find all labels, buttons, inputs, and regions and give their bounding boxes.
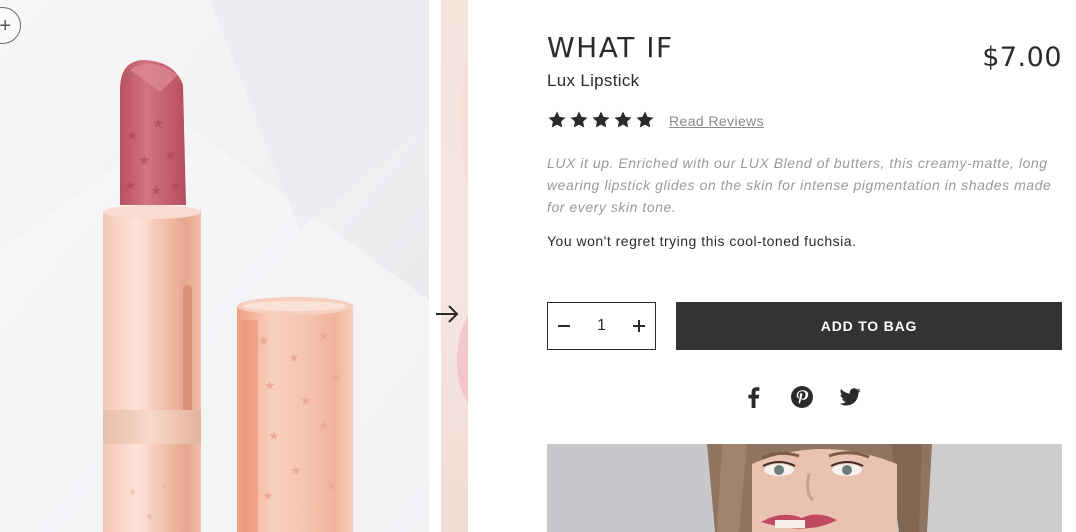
svg-text:★: ★ — [262, 489, 274, 504]
arrow-right-icon[interactable] — [434, 302, 460, 326]
read-reviews-link[interactable]: Read Reviews — [669, 113, 764, 129]
svg-text:★: ★ — [124, 178, 137, 194]
share-links — [741, 384, 863, 410]
svg-text:★: ★ — [264, 379, 276, 394]
star-icon — [636, 111, 654, 128]
star-icon — [548, 111, 566, 128]
svg-text:★: ★ — [150, 183, 163, 199]
svg-text:★: ★ — [152, 116, 165, 132]
svg-text:★: ★ — [126, 128, 139, 144]
svg-text:★: ★ — [300, 394, 312, 409]
next-image-peek[interactable] — [441, 0, 468, 532]
model-photo — [547, 444, 1062, 532]
product-info: WHAT IF Lux Lipstick $7.00 Read Reviews … — [547, 0, 1062, 532]
svg-text:★: ★ — [288, 351, 300, 366]
quantity-stepper — [547, 302, 656, 350]
product-gallery: ★ ★ ★ ★ ★ ★ ★ ★ ★ ★ ★ ★ ★ ★ ★ ★ ★ ★ ★ ★ … — [0, 0, 468, 532]
product-note: You won't regret trying this cool-toned … — [547, 233, 857, 249]
svg-text:★: ★ — [318, 329, 330, 344]
model-promo-image — [547, 444, 1062, 532]
plus-icon[interactable] — [632, 319, 646, 333]
svg-text:★: ★ — [258, 334, 270, 349]
svg-text:★: ★ — [170, 179, 181, 193]
svg-text:★: ★ — [138, 153, 151, 169]
star-rating — [547, 109, 655, 131]
star-icon — [570, 111, 588, 128]
svg-text:★: ★ — [268, 429, 280, 444]
facebook-icon[interactable] — [741, 384, 767, 410]
main-product-image[interactable]: ★ ★ ★ ★ ★ ★ ★ ★ ★ ★ ★ ★ ★ ★ ★ ★ ★ ★ ★ ★ … — [0, 0, 429, 532]
svg-text:★: ★ — [330, 371, 342, 386]
twitter-icon[interactable] — [837, 384, 863, 410]
svg-text:★: ★ — [318, 419, 330, 434]
add-to-bag-button[interactable]: ADD TO BAG — [676, 302, 1062, 350]
svg-text:★: ★ — [326, 479, 338, 494]
product-description: LUX it up. Enriched with our LUX Blend o… — [547, 155, 1052, 215]
svg-text:★: ★ — [164, 148, 177, 164]
next-photo — [441, 0, 468, 532]
star-icon — [614, 111, 632, 128]
lipstick-photo: ★ ★ ★ ★ ★ ★ ★ ★ ★ ★ ★ ★ ★ ★ ★ ★ ★ ★ ★ ★ … — [0, 0, 429, 532]
product-title: WHAT IF — [547, 31, 674, 64]
stars-container — [547, 110, 655, 130]
product-price: $7.00 — [982, 42, 1062, 73]
quantity-input[interactable] — [581, 311, 622, 341]
svg-text:★: ★ — [145, 512, 154, 523]
svg-text:★: ★ — [128, 487, 137, 498]
pinterest-icon[interactable] — [789, 384, 815, 410]
svg-text:★: ★ — [290, 464, 302, 479]
star-icon — [592, 111, 610, 128]
svg-text:★: ★ — [160, 482, 169, 493]
minus-icon[interactable] — [557, 319, 571, 333]
plus-icon: + — [0, 14, 11, 37]
product-subtitle: Lux Lipstick — [547, 71, 640, 90]
